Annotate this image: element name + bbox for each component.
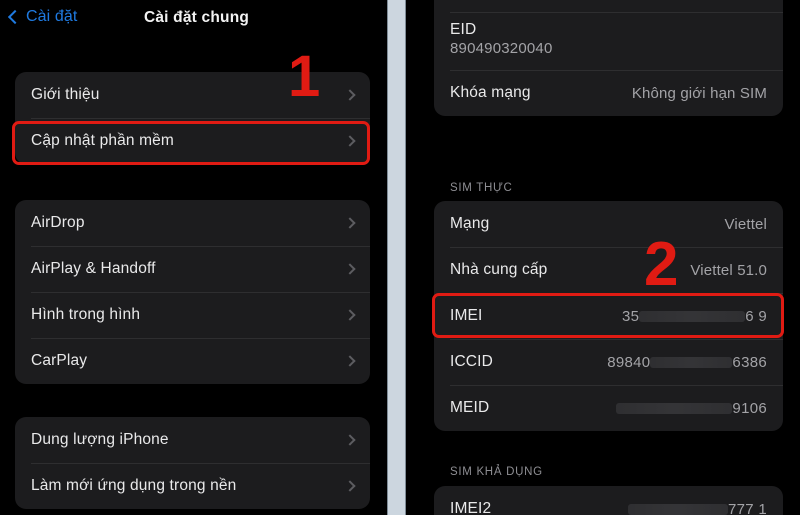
chevron-right-icon bbox=[344, 355, 356, 367]
section-header-physical-sim: SIM THỰC bbox=[450, 182, 513, 194]
row-label: Giới thiệu bbox=[31, 86, 100, 103]
row-label: Hình trong hình bbox=[31, 306, 141, 323]
redacted-segment bbox=[639, 310, 746, 322]
row-label: Khóa mạng bbox=[450, 84, 531, 101]
row-label: Nhà cung cấp bbox=[450, 261, 548, 278]
physical-sim-group: Mạng Viettel Nhà cung cấp Viettel 51.0 I… bbox=[434, 201, 783, 431]
right-screenshot-pane: SEID EID 890490320040 Khóa mạng Không gi… bbox=[406, 0, 800, 515]
redacted-segment bbox=[627, 503, 728, 515]
row-label: EID bbox=[450, 21, 477, 38]
row-label: AirDrop bbox=[31, 214, 85, 231]
device-ids-group: SEID EID 890490320040 Khóa mạng Không gi… bbox=[434, 0, 783, 116]
row-value-imei: 35 6 9 bbox=[622, 308, 767, 325]
navigation-bar: Cài đặt Cài đặt chung bbox=[0, 0, 387, 44]
row-value: 890490320040 bbox=[450, 40, 553, 57]
row-value: Không giới hạn SIM bbox=[631, 84, 767, 102]
chevron-right-icon bbox=[344, 217, 356, 229]
row-label: Mạng bbox=[450, 215, 490, 232]
page-title: Cài đặt chung bbox=[143, 9, 250, 26]
settings-row-eid[interactable]: EID 890490320040 bbox=[434, 12, 783, 70]
imei-value-start: 35 bbox=[621, 307, 640, 325]
available-sim-group: IMEI2 777 1 bbox=[434, 486, 783, 515]
iccid-value-start: 89840 bbox=[607, 353, 651, 371]
settings-row-imei[interactable]: IMEI 35 6 9 bbox=[434, 293, 783, 339]
imei2-value-end: 777 1 bbox=[727, 500, 767, 515]
settings-row-picture-in-picture[interactable]: Hình trong hình bbox=[15, 292, 370, 338]
row-label: AirPlay & Handoff bbox=[31, 260, 156, 277]
chevron-right-icon bbox=[344, 263, 356, 275]
meid-value-end: 9106 bbox=[732, 399, 767, 417]
settings-row-iccid[interactable]: ICCID 89840 6386 bbox=[434, 339, 783, 385]
settings-row-airplay-handoff[interactable]: AirPlay & Handoff bbox=[15, 246, 370, 292]
settings-row-software-update[interactable]: Cập nhật phần mềm bbox=[15, 118, 370, 164]
storage-group: Dung lượng iPhone Làm mới ứng dụng trong… bbox=[15, 417, 370, 509]
section-header-available-sim: SIM KHẢ DỤNG bbox=[450, 466, 543, 478]
chevron-right-icon bbox=[344, 434, 356, 446]
settings-row-network[interactable]: Mạng Viettel bbox=[434, 201, 783, 247]
pane-divider bbox=[387, 0, 406, 515]
settings-row-background-app-refresh[interactable]: Làm mới ứng dụng trong nền bbox=[15, 463, 370, 509]
row-value-meid: 9106 bbox=[616, 400, 767, 417]
settings-row-airdrop[interactable]: AirDrop bbox=[15, 200, 370, 246]
screenshot-root: Cài đặt Cài đặt chung Giới thiệu Cập nhậ… bbox=[0, 0, 800, 515]
row-label: Cập nhật phần mềm bbox=[31, 132, 174, 149]
row-value: Viettel 51.0 bbox=[690, 261, 767, 279]
settings-row-meid[interactable]: MEID 9106 bbox=[434, 385, 783, 431]
imei-value-end: 6 9 bbox=[745, 307, 767, 325]
chevron-right-icon bbox=[344, 135, 356, 147]
chevron-right-icon bbox=[344, 89, 356, 101]
row-value-imei2: 777 1 bbox=[627, 500, 767, 515]
settings-row-carplay[interactable]: CarPlay bbox=[15, 338, 370, 384]
iccid-value-end: 6386 bbox=[732, 353, 767, 371]
row-label: Làm mới ứng dụng trong nền bbox=[31, 477, 237, 494]
row-label: Dung lượng iPhone bbox=[31, 431, 169, 448]
row-label: CarPlay bbox=[31, 352, 88, 369]
row-label: ICCID bbox=[450, 353, 493, 370]
settings-row-network-lock[interactable]: Khóa mạng Không giới hạn SIM bbox=[434, 70, 783, 116]
step-number-1: 1 bbox=[288, 44, 321, 109]
connectivity-group: AirDrop AirPlay & Handoff Hình trong hìn… bbox=[15, 200, 370, 384]
settings-row-carrier[interactable]: Nhà cung cấp Viettel 51.0 bbox=[434, 247, 783, 293]
redacted-segment bbox=[650, 356, 733, 368]
redacted-segment bbox=[616, 402, 733, 414]
settings-row-iphone-storage[interactable]: Dung lượng iPhone bbox=[15, 417, 370, 463]
row-label: IMEI bbox=[450, 307, 483, 324]
chevron-right-icon bbox=[344, 309, 356, 321]
row-label: IMEI2 bbox=[450, 500, 492, 515]
row-value: Viettel bbox=[724, 215, 767, 233]
step-number-2: 2 bbox=[644, 230, 679, 299]
row-label: MEID bbox=[450, 399, 490, 416]
row-value-iccid: 89840 6386 bbox=[607, 354, 767, 371]
left-screenshot-pane: Cài đặt Cài đặt chung Giới thiệu Cập nhậ… bbox=[0, 0, 387, 515]
settings-row-seid[interactable]: SEID bbox=[434, 0, 783, 12]
chevron-right-icon bbox=[344, 480, 356, 492]
settings-row-imei2[interactable]: IMEI2 777 1 bbox=[434, 486, 783, 515]
